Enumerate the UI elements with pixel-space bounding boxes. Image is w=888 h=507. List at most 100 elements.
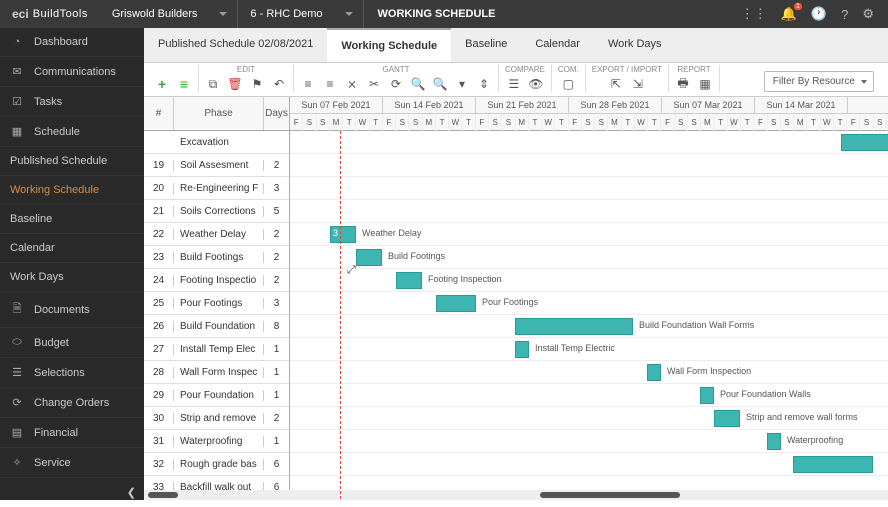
col-header-days[interactable]: Days bbox=[263, 97, 289, 130]
add-button[interactable]: + bbox=[154, 76, 170, 92]
table-row[interactable]: 22Weather Delay2 bbox=[144, 223, 289, 246]
row-phase: Footing Inspectio bbox=[174, 275, 263, 286]
sidebar-item-schedule[interactable]: ▦Schedule bbox=[0, 117, 144, 147]
table-row[interactable]: 28Wall Form Inspec1 bbox=[144, 361, 289, 384]
day-header: F bbox=[476, 114, 489, 131]
table-row[interactable]: Excavation bbox=[144, 131, 289, 154]
sidebar-item-calendar[interactable]: Calendar bbox=[0, 234, 144, 263]
table-row[interactable]: 29Pour Foundation1 bbox=[144, 384, 289, 407]
gantt-bar[interactable] bbox=[396, 272, 422, 289]
grid-button[interactable]: ▦ bbox=[697, 76, 713, 92]
gantt-bar[interactable]: 3 bbox=[330, 226, 356, 243]
day-header: W bbox=[635, 114, 648, 131]
gantt-bar[interactable] bbox=[714, 410, 740, 427]
table-row[interactable]: 24Footing Inspectio2 bbox=[144, 269, 289, 292]
sidebar-item-change-orders[interactable]: ⟳Change Orders bbox=[0, 388, 144, 418]
project-dropdown[interactable]: 6 - RHC Demo bbox=[238, 0, 363, 28]
tab-work-days[interactable]: Work Days bbox=[594, 28, 676, 62]
tab-working-schedule[interactable]: Working Schedule bbox=[327, 28, 451, 62]
copy-button[interactable]: ⧉ bbox=[205, 76, 221, 92]
row-num: 32 bbox=[144, 459, 174, 470]
compare1-button[interactable]: ☰ bbox=[506, 76, 522, 92]
col-header-num[interactable]: # bbox=[144, 97, 174, 130]
today-button[interactable]: ▾ bbox=[454, 76, 470, 92]
print-button[interactable]: 🖶 bbox=[675, 76, 691, 92]
delete-button[interactable]: 🗑 bbox=[227, 76, 243, 92]
sidebar-item-dashboard[interactable]: ◔Dashboard bbox=[0, 28, 144, 57]
flag-button[interactable]: ⚑ bbox=[249, 76, 265, 92]
client-dropdown[interactable]: Griswold Builders bbox=[100, 0, 239, 28]
gantt-chart[interactable]: 3Weather DelayBuild FootingsFooting Insp… bbox=[290, 131, 888, 499]
bell-icon[interactable]: 🔔1 bbox=[781, 6, 797, 22]
sidebar-item-published-schedule[interactable]: Published Schedule bbox=[0, 147, 144, 176]
gantt-bar[interactable] bbox=[436, 295, 476, 312]
zoomout-button[interactable]: 🔍 bbox=[432, 76, 448, 92]
tab-calendar[interactable]: Calendar bbox=[521, 28, 594, 62]
table-row[interactable]: 25Pour Footings3 bbox=[144, 292, 289, 315]
dashboard-icon: ◔ bbox=[10, 36, 24, 48]
tab-published-schedule-[interactable]: Published Schedule 02/08/2021 bbox=[144, 28, 327, 62]
day-header: W bbox=[542, 114, 555, 131]
table-row[interactable]: 30Strip and remove2 bbox=[144, 407, 289, 430]
week-header: Sun 07 Mar 2021 bbox=[662, 97, 755, 113]
export-button[interactable]: ⇱ bbox=[608, 76, 624, 92]
sidebar-item-working-schedule[interactable]: Working Schedule bbox=[0, 176, 144, 205]
sidebar-item-baseline[interactable]: Baseline bbox=[0, 205, 144, 234]
tab-baseline[interactable]: Baseline bbox=[451, 28, 521, 62]
row-num: 31 bbox=[144, 436, 174, 447]
outdent-button[interactable]: ≡ bbox=[322, 76, 338, 92]
row-num: 23 bbox=[144, 252, 174, 263]
communications-icon: ✉ bbox=[10, 65, 24, 78]
sidebar-item-documents[interactable]: 🗎Documents bbox=[0, 292, 144, 328]
gantt-hscroll[interactable] bbox=[290, 490, 888, 500]
list-button[interactable]: ≡ bbox=[176, 76, 192, 92]
compare2-button[interactable]: 👁 bbox=[528, 76, 544, 92]
help-icon[interactable]: ? bbox=[841, 7, 848, 22]
table-row[interactable]: 27Install Temp Elec1 bbox=[144, 338, 289, 361]
table-row[interactable]: 31Waterproofing1 bbox=[144, 430, 289, 453]
table-row[interactable]: 19Soil Assesment2 bbox=[144, 154, 289, 177]
import-button[interactable]: ⇲ bbox=[630, 76, 646, 92]
comment-button[interactable]: ▢ bbox=[560, 76, 576, 92]
grid-hscroll[interactable] bbox=[144, 490, 290, 500]
gantt-bar[interactable] bbox=[767, 433, 781, 450]
sidebar-item-communications[interactable]: ✉Communications bbox=[0, 57, 144, 87]
sidebar-item-selections[interactable]: ☰Selections bbox=[0, 358, 144, 388]
indent-button[interactable]: ≡ bbox=[300, 76, 316, 92]
col-header-phase[interactable]: Phase bbox=[174, 97, 263, 130]
gantt-bar[interactable] bbox=[515, 318, 633, 335]
zoomin-button[interactable]: 🔍 bbox=[410, 76, 426, 92]
day-header: W bbox=[449, 114, 462, 131]
apps-icon[interactable]: ⋮⋮ bbox=[741, 6, 767, 22]
undo-button[interactable]: ↶ bbox=[271, 76, 287, 92]
clock-icon[interactable]: 🕐 bbox=[811, 6, 827, 22]
gantt-bar[interactable] bbox=[515, 341, 529, 358]
sidebar-item-work-days[interactable]: Work Days bbox=[0, 263, 144, 292]
row-phase: Waterproofing bbox=[174, 436, 263, 447]
table-row[interactable]: 26Build Foundation8 bbox=[144, 315, 289, 338]
gantt-bar[interactable] bbox=[700, 387, 714, 404]
link-button[interactable]: ⨯ bbox=[344, 76, 360, 92]
sidebar-item-budget[interactable]: ⬭Budget bbox=[0, 328, 144, 358]
sidebar-item-financial[interactable]: ▤Financial bbox=[0, 418, 144, 448]
filter-dropdown[interactable]: Filter By Resource bbox=[764, 71, 874, 92]
table-row[interactable]: 23Build Footings2 bbox=[144, 246, 289, 269]
collapse-button[interactable]: ⇕ bbox=[476, 76, 492, 92]
gantt-bar[interactable] bbox=[356, 249, 382, 266]
sidebar-collapse-button[interactable]: ❮ bbox=[0, 478, 144, 507]
unlink-button[interactable]: ✂ bbox=[366, 76, 382, 92]
table-row[interactable]: 32Rough grade bas6 bbox=[144, 453, 289, 476]
sidebar-item-tasks[interactable]: ☑Tasks bbox=[0, 87, 144, 117]
day-header: S bbox=[675, 114, 688, 131]
day-header: S bbox=[688, 114, 701, 131]
gantt-bar-label: Build Footings bbox=[388, 251, 445, 261]
gantt-bar[interactable] bbox=[841, 134, 888, 151]
table-row[interactable]: 20Re-Engineering F3 bbox=[144, 177, 289, 200]
row-num: 19 bbox=[144, 160, 174, 171]
gear-icon[interactable]: ⚙ bbox=[862, 6, 874, 22]
gantt-bar[interactable] bbox=[793, 456, 873, 473]
table-row[interactable]: 21Soils Corrections5 bbox=[144, 200, 289, 223]
refresh-button[interactable]: ⟳ bbox=[388, 76, 404, 92]
sidebar-item-service[interactable]: ✧Service bbox=[0, 448, 144, 478]
gantt-bar[interactable] bbox=[647, 364, 661, 381]
